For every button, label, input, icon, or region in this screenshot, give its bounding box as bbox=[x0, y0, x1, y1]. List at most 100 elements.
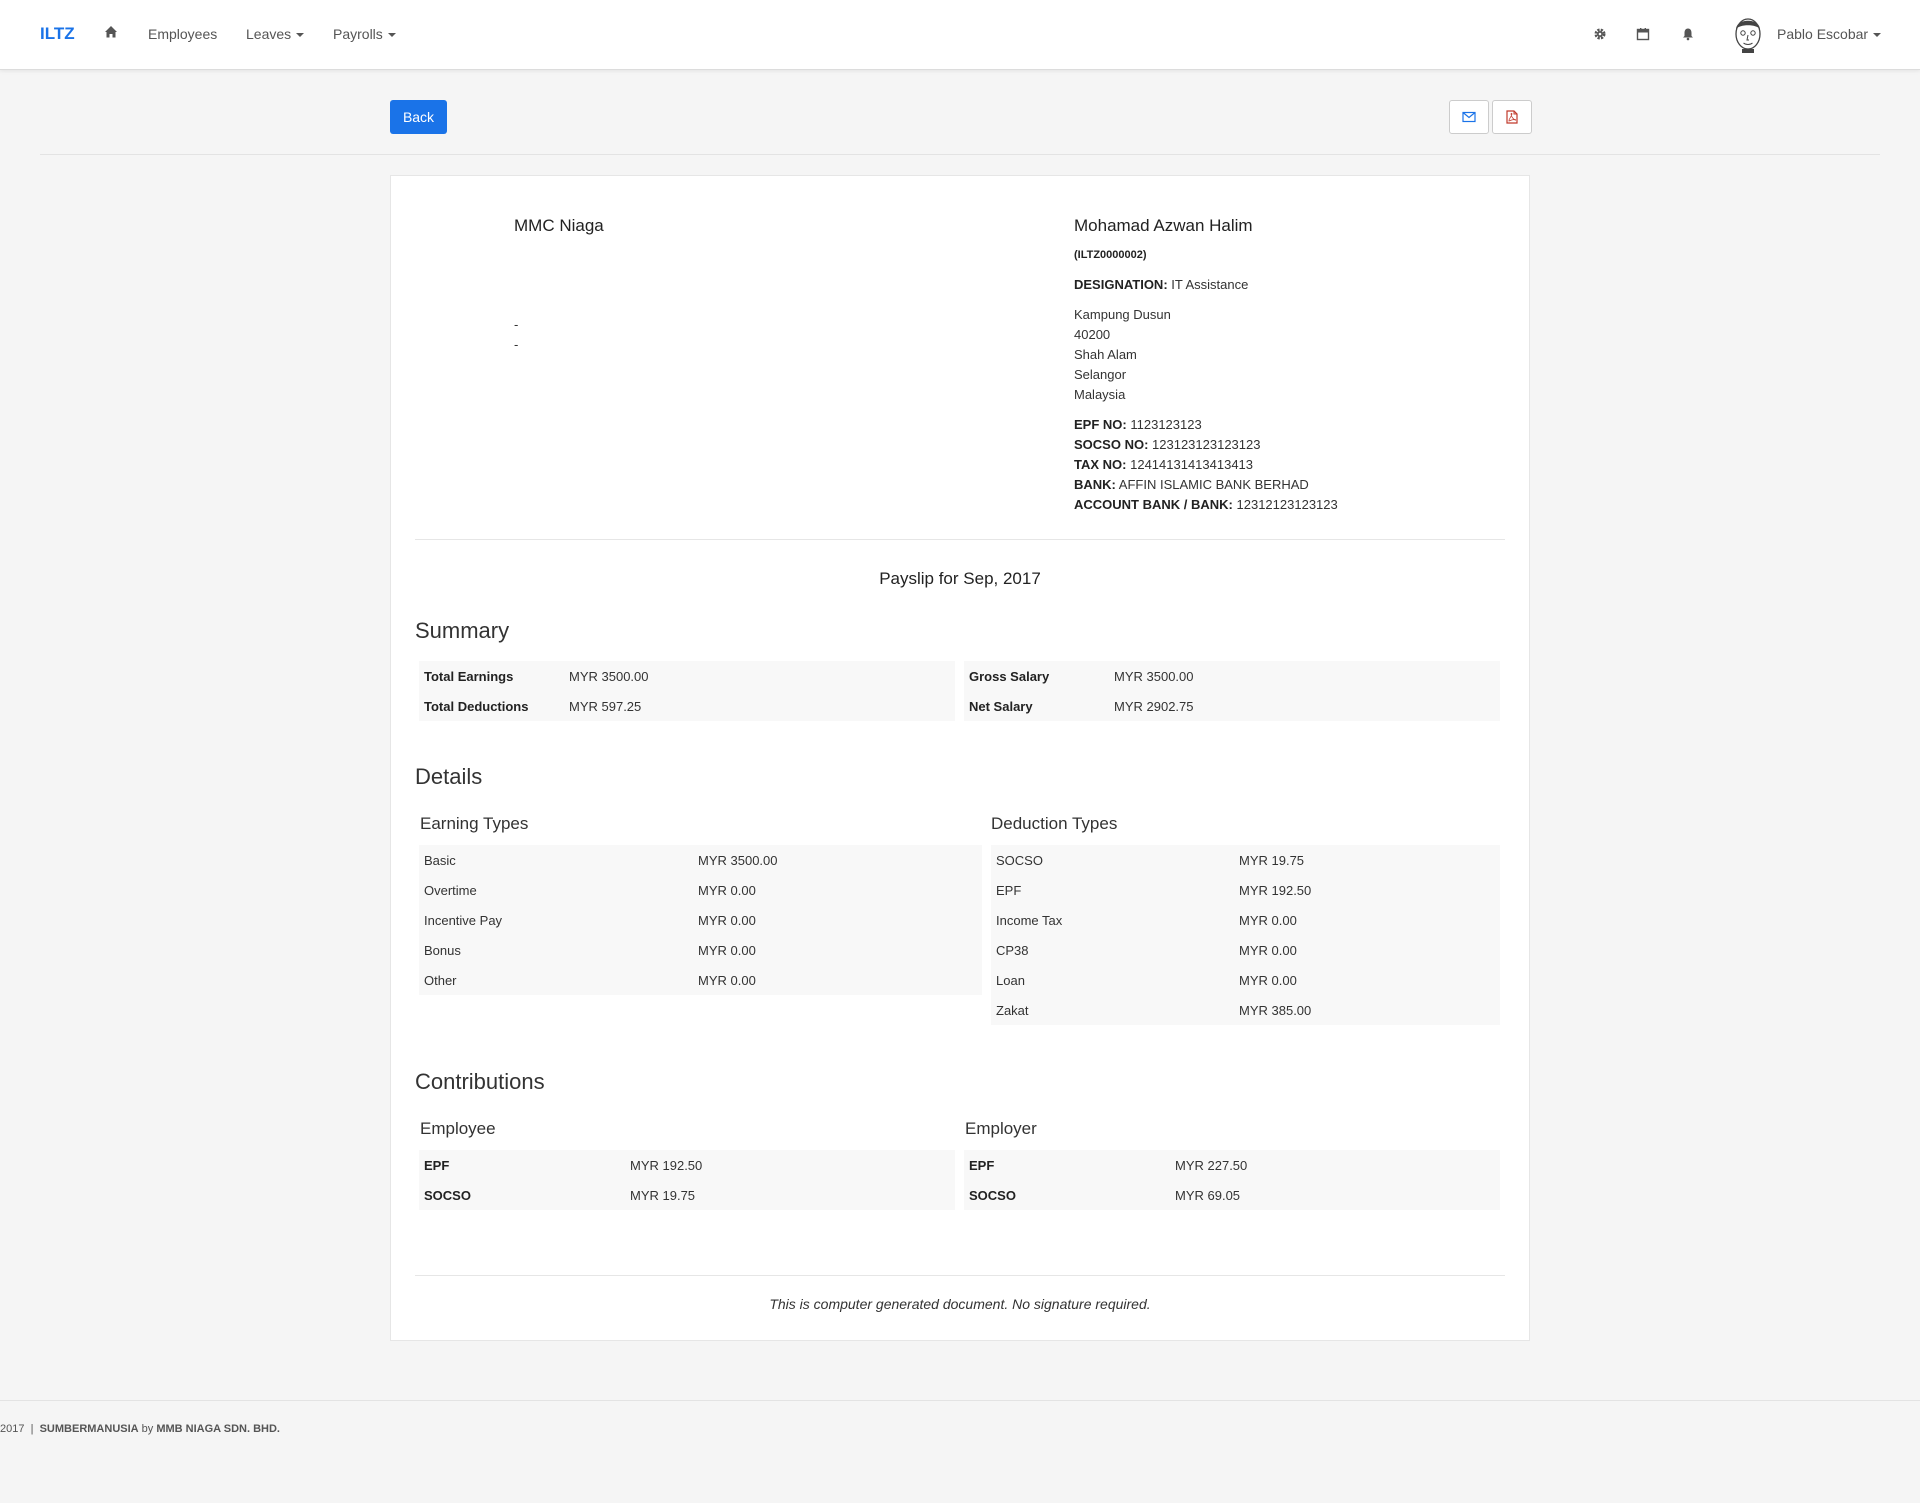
earning-value: MYR 0.00 bbox=[698, 972, 756, 988]
table-row: Zakat MYR 385.00 bbox=[991, 995, 1500, 1025]
summary-value: MYR 3500.00 bbox=[569, 668, 649, 684]
earning-label: Overtime bbox=[424, 882, 477, 898]
payslip-card: MMC Niaga - - Mohamad Azwan Halim (ILTZ0… bbox=[390, 175, 1530, 1341]
summary-label: Total Deductions bbox=[424, 698, 529, 714]
detail-label: BANK: bbox=[1074, 477, 1116, 492]
deduction-value: MYR 0.00 bbox=[1239, 942, 1297, 958]
summary-table-right: Gross Salary MYR 3500.00 Net Salary MYR … bbox=[964, 661, 1500, 721]
nav-employees[interactable]: Employees bbox=[148, 26, 217, 42]
divider bbox=[415, 1275, 1505, 1276]
contributions-heading: Contributions bbox=[415, 1069, 545, 1094]
contribution-label: SOCSO bbox=[969, 1187, 1016, 1203]
employee-id: (ILTZ0000002) bbox=[1074, 249, 1147, 261]
summary-heading: Summary bbox=[415, 618, 510, 643]
earning-value: MYR 3500.00 bbox=[698, 852, 778, 868]
deductions-table: SOCSO MYR 19.75 EPF MYR 192.50 Income Tax M… bbox=[991, 845, 1500, 1025]
detail-label: SOCSO NO: bbox=[1074, 437, 1149, 452]
table-row: Basic MYR 3500.00 bbox=[419, 845, 982, 875]
footer-year: 2017 bbox=[0, 1423, 25, 1435]
summary-label: Total Earnings bbox=[424, 668, 514, 684]
address-line: 40200 bbox=[1074, 327, 1111, 342]
contribution-label: EPF bbox=[424, 1157, 450, 1173]
footer-divider bbox=[0, 1400, 1920, 1401]
footer-by: by bbox=[141, 1423, 154, 1435]
pdf-file-icon bbox=[1506, 110, 1518, 124]
contribution-value: MYR 19.75 bbox=[630, 1187, 696, 1203]
earning-label: Bonus bbox=[424, 942, 461, 958]
deduction-value: MYR 385.00 bbox=[1239, 1002, 1312, 1018]
table-row: SOCSO MYR 19.75 bbox=[419, 1180, 955, 1210]
detail-label: ACCOUNT BANK / BANK: bbox=[1074, 497, 1233, 512]
table-row: Other MYR 0.00 bbox=[419, 965, 982, 995]
detail-value: 12312123123123 bbox=[1236, 497, 1338, 512]
divider bbox=[40, 154, 1880, 155]
earning-value: MYR 0.00 bbox=[698, 912, 756, 928]
designation-value: IT Assistance bbox=[1171, 277, 1249, 292]
bank-name: BANK: AFFIN ISLAMIC BANK BERHAD bbox=[1074, 477, 1309, 492]
earning-types-heading: Earning Types bbox=[420, 814, 529, 833]
company-name: MMC Niaga bbox=[514, 216, 604, 235]
gear-icon[interactable] bbox=[1593, 27, 1607, 41]
summary-value: MYR 597.25 bbox=[569, 698, 642, 714]
company-address-line: - bbox=[514, 337, 519, 352]
top-navbar: ILTZ Employees Leaves Payrolls Pablo Esc… bbox=[0, 0, 1920, 70]
brand-logo[interactable]: ILTZ bbox=[40, 24, 75, 44]
footer-separator: | bbox=[30, 1423, 34, 1435]
bell-icon[interactable] bbox=[1681, 27, 1695, 41]
contribution-label: EPF bbox=[969, 1157, 995, 1173]
detail-label: EPF NO: bbox=[1074, 417, 1127, 432]
address-line: Malaysia bbox=[1074, 387, 1126, 402]
earnings-table: Basic MYR 3500.00 Overtime MYR 0.00 Incent… bbox=[419, 845, 982, 995]
table-row: EPF MYR 192.50 bbox=[419, 1150, 955, 1180]
deduction-label: SOCSO bbox=[996, 852, 1043, 868]
contribution-value: MYR 69.05 bbox=[1175, 1187, 1241, 1203]
socso-number: SOCSO NO: 123123123123123 bbox=[1074, 437, 1260, 452]
earning-label: Other bbox=[424, 972, 457, 988]
download-pdf-button[interactable] bbox=[1492, 100, 1532, 134]
deduction-types-heading: Deduction Types bbox=[991, 814, 1118, 833]
nav-leaves-dropdown[interactable]: Leaves bbox=[246, 26, 305, 42]
footer-company: MMB NIAGA SDN. BHD. bbox=[156, 1423, 280, 1435]
email-payslip-button[interactable] bbox=[1449, 100, 1489, 134]
deduction-label: Income Tax bbox=[996, 912, 1063, 928]
home-icon[interactable] bbox=[104, 25, 118, 39]
calendar-icon[interactable] bbox=[1636, 27, 1650, 41]
epf-number: EPF NO: 1123123123 bbox=[1074, 417, 1202, 432]
deduction-value: MYR 0.00 bbox=[1239, 972, 1297, 988]
tax-number: TAX NO: 12414131413413413 bbox=[1074, 457, 1253, 472]
caret-down-icon bbox=[387, 33, 396, 38]
table-row: Gross Salary MYR 3500.00 bbox=[964, 661, 1500, 691]
user-name: Pablo Escobar bbox=[1777, 26, 1869, 42]
earning-label: Incentive Pay bbox=[424, 912, 503, 928]
caret-down-icon bbox=[296, 33, 305, 38]
table-row: Total Deductions MYR 597.25 bbox=[419, 691, 955, 721]
deduction-label: Loan bbox=[996, 972, 1025, 988]
table-row: SOCSO MYR 19.75 bbox=[991, 845, 1500, 875]
earning-value: MYR 0.00 bbox=[698, 882, 756, 898]
table-row: Net Salary MYR 2902.75 bbox=[964, 691, 1500, 721]
user-avatar[interactable] bbox=[1728, 13, 1768, 53]
address-line: Shah Alam bbox=[1074, 347, 1137, 362]
disclaimer-note: This is computer generated document. No … bbox=[769, 1296, 1151, 1312]
summary-value: MYR 2902.75 bbox=[1114, 698, 1194, 714]
earning-value: MYR 0.00 bbox=[698, 942, 756, 958]
back-button[interactable]: Back bbox=[390, 100, 447, 134]
detail-value: AFFIN ISLAMIC BANK BERHAD bbox=[1118, 477, 1309, 492]
table-row: CP38 MYR 0.00 bbox=[991, 935, 1500, 965]
address-line: Selangor bbox=[1074, 367, 1127, 382]
earning-label: Basic bbox=[424, 852, 456, 868]
deduction-label: Zakat bbox=[996, 1002, 1029, 1018]
table-row: Loan MYR 0.00 bbox=[991, 965, 1500, 995]
footer-brand[interactable]: SUMBERMANUSIA bbox=[40, 1423, 139, 1435]
summary-label: Gross Salary bbox=[969, 668, 1050, 684]
detail-value: 1123123123 bbox=[1130, 417, 1202, 432]
employer-contributions-heading: Employer bbox=[965, 1119, 1037, 1138]
nav-payrolls-label: Payrolls bbox=[333, 26, 383, 42]
company-address-line: - bbox=[514, 317, 519, 332]
divider bbox=[415, 539, 1505, 540]
table-row: SOCSO MYR 69.05 bbox=[964, 1180, 1500, 1210]
table-row: Incentive Pay MYR 0.00 bbox=[419, 905, 982, 935]
user-menu-dropdown[interactable]: Pablo Escobar bbox=[1777, 26, 1882, 42]
employee-contributions-heading: Employee bbox=[420, 1119, 496, 1138]
nav-payrolls-dropdown[interactable]: Payrolls bbox=[333, 26, 396, 42]
